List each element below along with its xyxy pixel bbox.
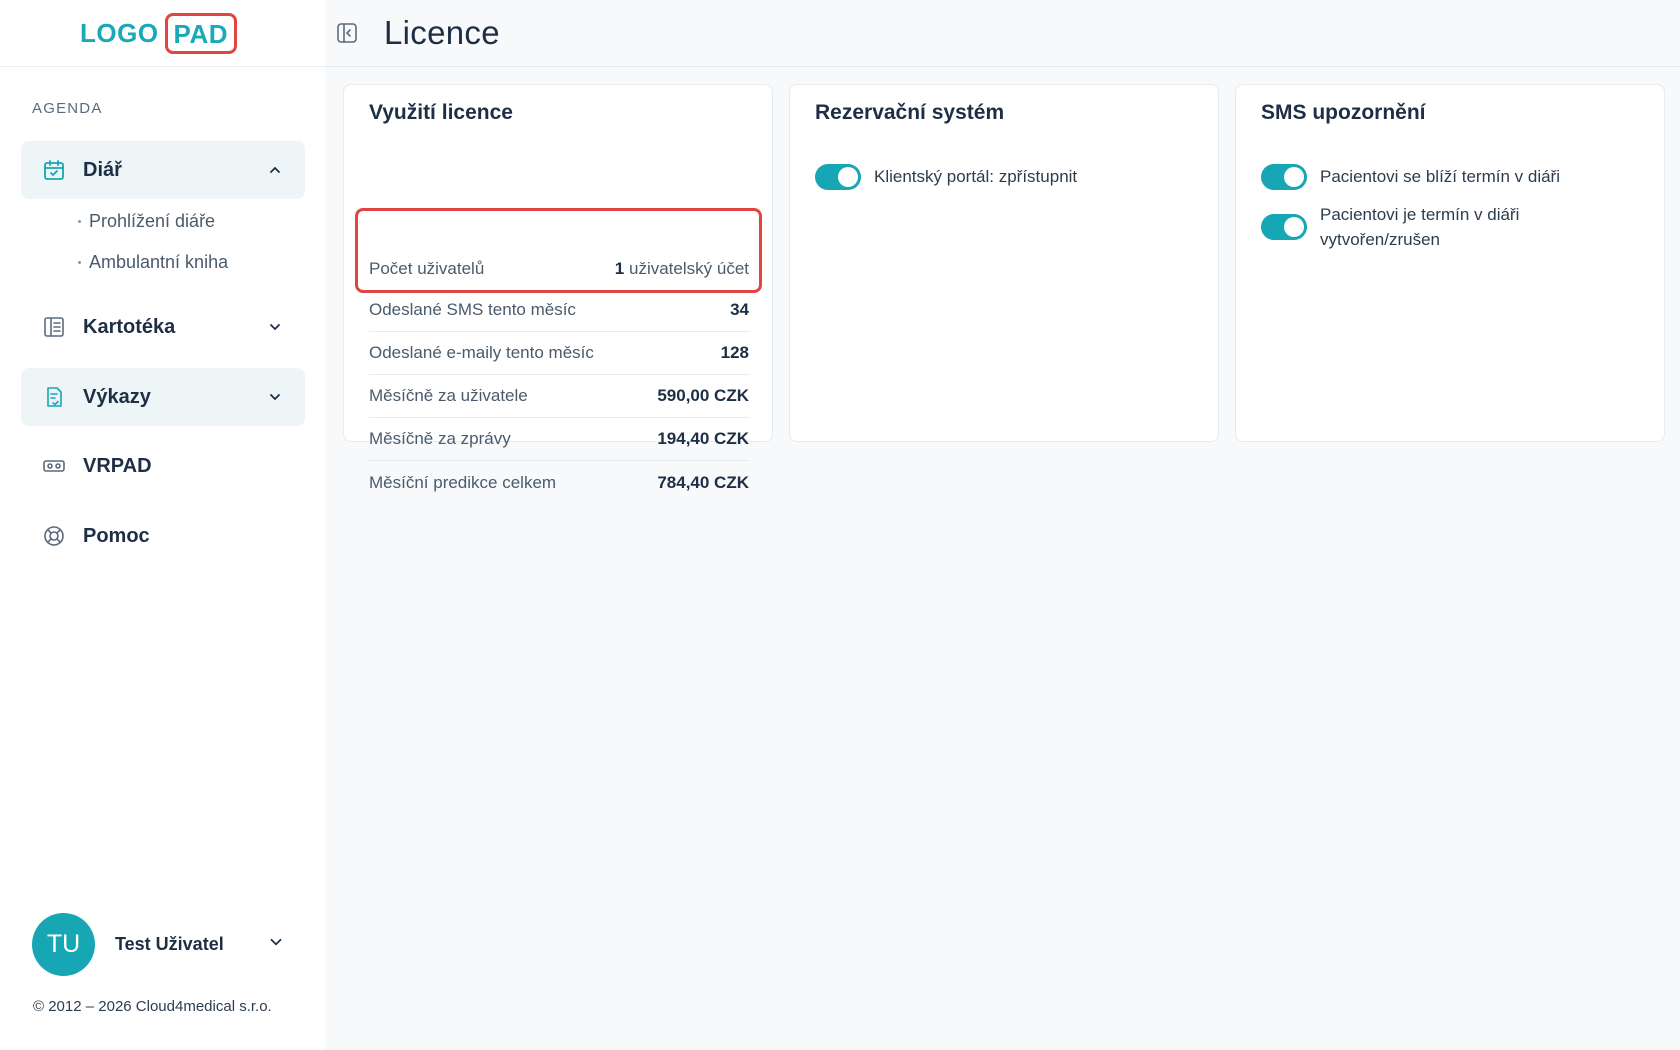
row-value: 194,40 CZK: [657, 429, 749, 448]
bullet-dot: [78, 261, 81, 264]
toggle-knob: [838, 167, 858, 187]
card-title: SMS upozornění: [1261, 101, 1426, 124]
chevron-down-icon[interactable]: [268, 934, 284, 955]
toggle-label: Pacientovi je termín v diáři vytvořen/zr…: [1320, 205, 1520, 249]
row-value: 128: [720, 343, 749, 362]
toggle-row-client-portal: Klientský portál: zpřístupnit: [815, 164, 1077, 190]
upcoming-appointment-toggle[interactable]: [1261, 164, 1307, 190]
sms-notifications-card: SMS upozornění Pacientovi se blíží termí…: [1235, 84, 1665, 442]
sidebar: LOGO PAD AGENDA Diář Prohlížení diáře Am…: [0, 0, 325, 1050]
section-label-agenda: AGENDA: [32, 100, 103, 117]
row-key: Odeslané SMS tento měsíc: [369, 300, 576, 319]
license-row-emails-sent: Odeslané e-maily tento měsíc 128: [369, 332, 749, 375]
chevron-up-icon[interactable]: [265, 160, 285, 180]
calendar-check-icon: [41, 157, 67, 183]
vr-headset-icon: [41, 453, 67, 479]
copyright: © 2012 – 2026 Cloud4medical s.r.o.: [33, 998, 272, 1015]
highlight-box: [355, 208, 762, 293]
sidebar-item-vykazy[interactable]: Výkazy: [21, 368, 305, 426]
card-title: Rezervační systém: [815, 101, 1005, 124]
sidebar-subitem-prohlizeni-diare[interactable]: Prohlížení diáře: [78, 211, 215, 232]
sidebar-item-label: Diář: [83, 158, 122, 181]
sidebar-collapse-icon[interactable]: [336, 22, 358, 44]
user-name: Test Uživatel: [115, 933, 224, 954]
license-row-monthly-messages: Měsíčně za zprávy 194,40 CZK: [369, 418, 749, 461]
page-header: Licence: [325, 0, 1680, 67]
row-key: Měsíčně za zprávy: [369, 429, 511, 448]
row-value: 590,00 CZK: [657, 386, 749, 405]
logo-text-part1: LOGO: [79, 17, 159, 48]
toggle-knob: [1284, 167, 1304, 187]
toggle-knob: [1284, 217, 1304, 237]
card-file-icon: [41, 314, 67, 340]
card-title: Využití licence: [369, 101, 513, 124]
license-row-monthly-per-user: Měsíčně za uživatele 590,00 CZK: [369, 375, 749, 418]
logo-text-part2: PAD: [164, 12, 238, 54]
bullet-dot: [78, 220, 81, 223]
toggle-row-appointment-created-cancelled: Pacientovi je termín v diáři vytvořen/zr…: [1261, 202, 1560, 252]
sidebar-item-pomoc[interactable]: Pomoc: [21, 507, 305, 565]
sidebar-subitem-label: Ambulantní kniha: [89, 252, 229, 272]
row-value: 784,40 CZK: [657, 472, 749, 492]
sidebar-item-vrpad[interactable]: VRPAD: [21, 437, 305, 495]
license-usage-card: Využití licence Počet uživatelů 1 uživat…: [343, 84, 773, 492]
chevron-down-icon[interactable]: [265, 317, 285, 337]
row-key: Měsíčně za uživatele: [369, 386, 528, 405]
avatar: TU: [32, 912, 95, 976]
logo[interactable]: LOGO PAD: [79, 12, 238, 54]
client-portal-toggle[interactable]: [815, 164, 861, 190]
license-row-monthly-total: Měsíční predikce celkem 784,40 CZK: [369, 461, 749, 504]
user-menu[interactable]: TU Test Uživatel: [32, 912, 292, 976]
sidebar-item-label: Výkazy: [83, 385, 151, 408]
sidebar-item-label: Kartotéka: [83, 315, 176, 338]
sidebar-item-diar[interactable]: Diář: [21, 141, 305, 199]
row-key: Odeslané e-maily tento měsíc: [369, 343, 594, 362]
chevron-down-icon[interactable]: [265, 387, 285, 407]
page-title: Licence: [384, 14, 500, 51]
row-key: Měsíční predikce celkem: [369, 472, 557, 492]
sidebar-subitem-label: Prohlížení diáře: [89, 211, 216, 231]
report-icon: [41, 384, 67, 410]
toggle-label: Klientský portál: zpřístupnit: [874, 167, 1078, 186]
toggle-row-upcoming-appointment: Pacientovi se blíží termín v diáři: [1261, 164, 1560, 190]
appointment-created-cancelled-toggle[interactable]: [1261, 214, 1307, 240]
sidebar-item-kartoteka[interactable]: Kartotéka: [21, 298, 305, 356]
row-value: 34: [730, 300, 749, 319]
license-row-sms-sent: Odeslané SMS tento měsíc 34: [369, 289, 749, 332]
sidebar-item-label: VRPAD: [83, 454, 152, 477]
sidebar-subitem-ambulantni-kniha[interactable]: Ambulantní kniha: [78, 252, 228, 273]
toggle-label: Pacientovi se blíží termín v diáři: [1320, 167, 1560, 186]
reservation-system-card: Rezervační systém Klientský portál: zpří…: [789, 84, 1219, 442]
logo-area: LOGO PAD: [0, 0, 325, 67]
lifebuoy-icon: [41, 523, 67, 549]
sidebar-item-label: Pomoc: [83, 524, 150, 547]
